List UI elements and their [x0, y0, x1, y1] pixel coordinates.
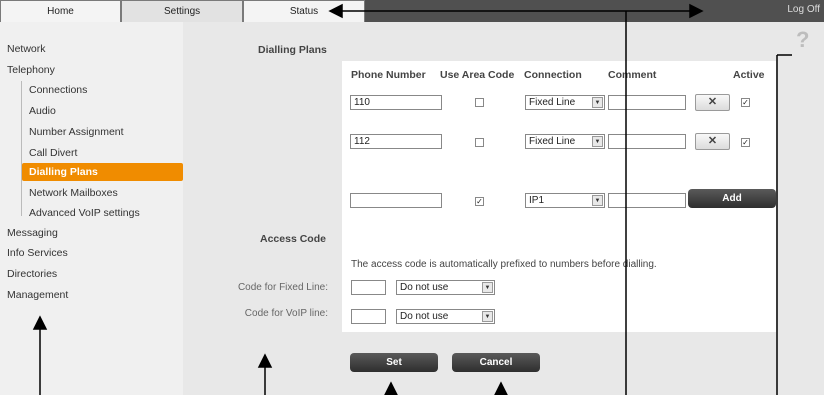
sidebar-item-messaging[interactable]: Messaging [7, 227, 58, 239]
sidebar-item-info-services[interactable]: Info Services [7, 247, 68, 259]
fixed-line-code-label: Code for Fixed Line: [237, 282, 328, 293]
sidebar-item-network-mailboxes[interactable]: Network Mailboxes [29, 187, 118, 199]
sidebar-item-call-divert[interactable]: Call Divert [29, 147, 77, 159]
use-area-code-checkbox-2[interactable] [475, 138, 484, 147]
col-use-area-code: Use Area Code [440, 69, 515, 81]
fixed-line-code-input[interactable] [351, 280, 386, 295]
fixed-line-code-select[interactable]: Do not use ▼ [396, 280, 495, 295]
col-phone-number: Phone Number [351, 69, 426, 81]
sidebar-item-management[interactable]: Management [7, 289, 68, 301]
delete-row-button-1[interactable]: ✕ [695, 94, 730, 111]
connection-select-2[interactable]: Fixed Line ▼ [525, 134, 605, 149]
new-connection-select-value: IP1 [529, 195, 545, 206]
voip-line-code-select-value: Do not use [400, 311, 449, 322]
logoff-link[interactable]: Log Off [787, 0, 820, 20]
col-active: Active [733, 69, 765, 81]
sidebar-item-dialling-plans[interactable]: Dialling Plans [22, 163, 183, 181]
tab-home[interactable]: Home [0, 0, 121, 22]
sidebar-item-audio[interactable]: Audio [29, 105, 56, 117]
voip-line-code-select[interactable]: Do not use ▼ [396, 309, 495, 324]
sidebar-item-telephony[interactable]: Telephony [7, 64, 55, 76]
sidebar-item-directories[interactable]: Directories [7, 268, 57, 280]
voip-line-code-label: Code for VoIP line: [244, 308, 328, 319]
comment-input-1[interactable] [608, 95, 686, 110]
chevron-down-icon: ▼ [482, 311, 493, 322]
phone-number-input-2[interactable]: 112 [350, 134, 442, 149]
comment-input-2[interactable] [608, 134, 686, 149]
use-area-code-checkbox-1[interactable] [475, 98, 484, 107]
sidebar-item-network[interactable]: Network [7, 43, 46, 55]
chevron-down-icon: ▼ [482, 282, 493, 293]
chevron-down-icon: ▼ [592, 97, 603, 108]
cancel-button[interactable]: Cancel [452, 353, 540, 372]
chevron-down-icon: ▼ [592, 195, 603, 206]
help-icon[interactable]: ? [796, 27, 809, 53]
access-code-note: The access code is automatically prefixe… [351, 259, 657, 270]
new-comment-input[interactable] [608, 193, 686, 208]
phone-number-input-1[interactable]: 110 [350, 95, 442, 110]
connection-select-1[interactable]: Fixed Line ▼ [525, 95, 605, 110]
set-button[interactable]: Set [350, 353, 438, 372]
tab-settings[interactable]: Settings [121, 0, 243, 22]
add-button[interactable]: Add [688, 189, 776, 208]
col-comment: Comment [608, 69, 657, 81]
new-connection-select[interactable]: IP1 ▼ [525, 193, 605, 208]
dialling-plans-title: Dialling Plans [258, 44, 327, 56]
sidebar-item-advanced-voip[interactable]: Advanced VoIP settings [29, 207, 140, 219]
voip-line-code-input[interactable] [351, 309, 386, 324]
connection-select-1-value: Fixed Line [529, 97, 576, 108]
sidebar-tree-line [21, 81, 22, 216]
sidebar-item-connections[interactable]: Connections [29, 84, 87, 96]
new-phone-number-input[interactable] [350, 193, 442, 208]
tab-status[interactable]: Status [243, 0, 365, 22]
active-checkbox-2[interactable]: ✓ [741, 138, 750, 147]
access-code-title: Access Code [260, 233, 326, 245]
new-use-area-code-checkbox[interactable]: ✓ [475, 197, 484, 206]
top-nav-bar: Home Settings Status Log Off [0, 0, 824, 22]
delete-row-button-2[interactable]: ✕ [695, 133, 730, 150]
chevron-down-icon: ▼ [592, 136, 603, 147]
connection-select-2-value: Fixed Line [529, 136, 576, 147]
col-connection: Connection [524, 69, 582, 81]
sidebar-item-number-assignment[interactable]: Number Assignment [29, 126, 124, 138]
active-checkbox-1[interactable]: ✓ [741, 98, 750, 107]
fixed-line-code-select-value: Do not use [400, 282, 449, 293]
